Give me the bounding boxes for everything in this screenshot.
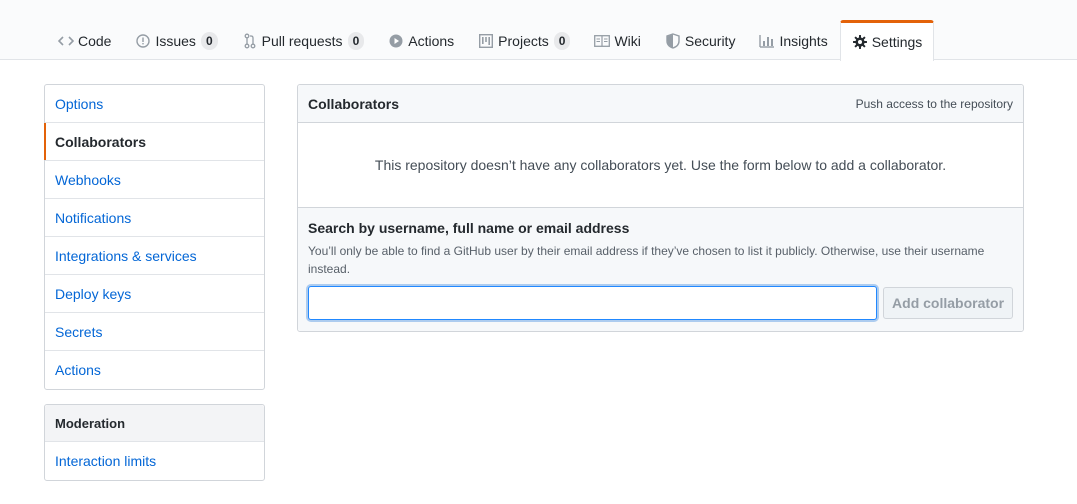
tab-label: Actions bbox=[408, 32, 455, 49]
sidebar-item-deploy-keys[interactable]: Deploy keys bbox=[45, 275, 264, 313]
tab-wiki[interactable]: Wiki bbox=[582, 20, 652, 60]
play-icon bbox=[388, 33, 404, 49]
pull-request-icon bbox=[242, 33, 258, 49]
sidebar-item-secrets[interactable]: Secrets bbox=[45, 313, 264, 351]
search-label: Search by username, full name or email a… bbox=[308, 220, 630, 236]
collaborators-title: Collaborators bbox=[308, 95, 400, 112]
tab-issues[interactable]: Issues 0 bbox=[123, 20, 229, 60]
collaborator-search-input[interactable] bbox=[308, 286, 878, 320]
sidebar-item-integrations[interactable]: Integrations & services bbox=[45, 237, 264, 275]
tab-label: Projects bbox=[498, 32, 549, 49]
tab-actions[interactable]: Actions bbox=[376, 20, 466, 60]
add-collaborator-form: Search by username, full name or email a… bbox=[298, 208, 1023, 331]
tab-label: Insights bbox=[779, 32, 828, 49]
tab-label: Issues bbox=[155, 32, 196, 49]
sidebar-item-webhooks[interactable]: Webhooks bbox=[45, 161, 264, 199]
empty-collaborators-message: This repository doesn’t have any collabo… bbox=[298, 123, 1023, 208]
tab-insights[interactable]: Insights bbox=[747, 20, 839, 60]
tab-label: Pull requests bbox=[261, 32, 343, 49]
project-icon bbox=[478, 33, 494, 49]
shield-icon bbox=[665, 32, 681, 49]
sidebar-item-actions[interactable]: Actions bbox=[45, 351, 264, 389]
book-icon bbox=[594, 33, 611, 49]
add-collaborator-button[interactable]: Add collaborator bbox=[883, 287, 1013, 319]
issues-counter: 0 bbox=[200, 31, 218, 50]
sidebar-item-notifications[interactable]: Notifications bbox=[45, 199, 264, 237]
settings-sidebar: Options Collaborators Webhooks Notificat… bbox=[44, 84, 265, 390]
tab-projects[interactable]: Projects 0 bbox=[466, 20, 582, 60]
tab-label: Security bbox=[684, 32, 736, 49]
push-access-note: Push access to the repository bbox=[855, 96, 1013, 111]
empty-message-text: This repository doesn’t have any collabo… bbox=[374, 157, 947, 173]
collaborators-header: Collaborators Push access to the reposit… bbox=[298, 85, 1023, 123]
moderation-sidebar: Moderation Interaction limits bbox=[44, 404, 265, 481]
sidebar-item-options[interactable]: Options bbox=[45, 85, 264, 123]
gear-icon bbox=[852, 34, 868, 50]
code-icon bbox=[58, 33, 74, 49]
pull-requests-counter: 0 bbox=[347, 31, 365, 50]
tab-label: Wiki bbox=[614, 32, 641, 49]
tab-label: Code bbox=[78, 32, 112, 49]
moderation-heading: Moderation bbox=[45, 405, 264, 442]
issue-icon bbox=[135, 33, 151, 49]
repo-nav: Code Issues 0 Pull requests 0 Actions Pr… bbox=[46, 20, 935, 61]
graph-icon bbox=[759, 33, 775, 49]
tab-label: Settings bbox=[871, 34, 923, 50]
repo-nav-bar: Code Issues 0 Pull requests 0 Actions Pr… bbox=[0, 0, 1077, 61]
tab-code[interactable]: Code bbox=[46, 20, 123, 60]
sidebar-item-interaction-limits[interactable]: Interaction limits bbox=[45, 442, 264, 480]
search-row: Add collaborator bbox=[308, 286, 1013, 320]
tab-pull-requests[interactable]: Pull requests 0 bbox=[230, 20, 377, 60]
collaborators-box: Collaborators Push access to the reposit… bbox=[297, 84, 1024, 332]
tab-settings[interactable]: Settings bbox=[839, 20, 935, 61]
projects-counter: 0 bbox=[553, 31, 571, 50]
tab-security[interactable]: Security bbox=[653, 20, 748, 60]
search-note: You’ll only be able to find a GitHub use… bbox=[308, 244, 985, 276]
sidebar-item-collaborators[interactable]: Collaborators bbox=[44, 123, 264, 161]
